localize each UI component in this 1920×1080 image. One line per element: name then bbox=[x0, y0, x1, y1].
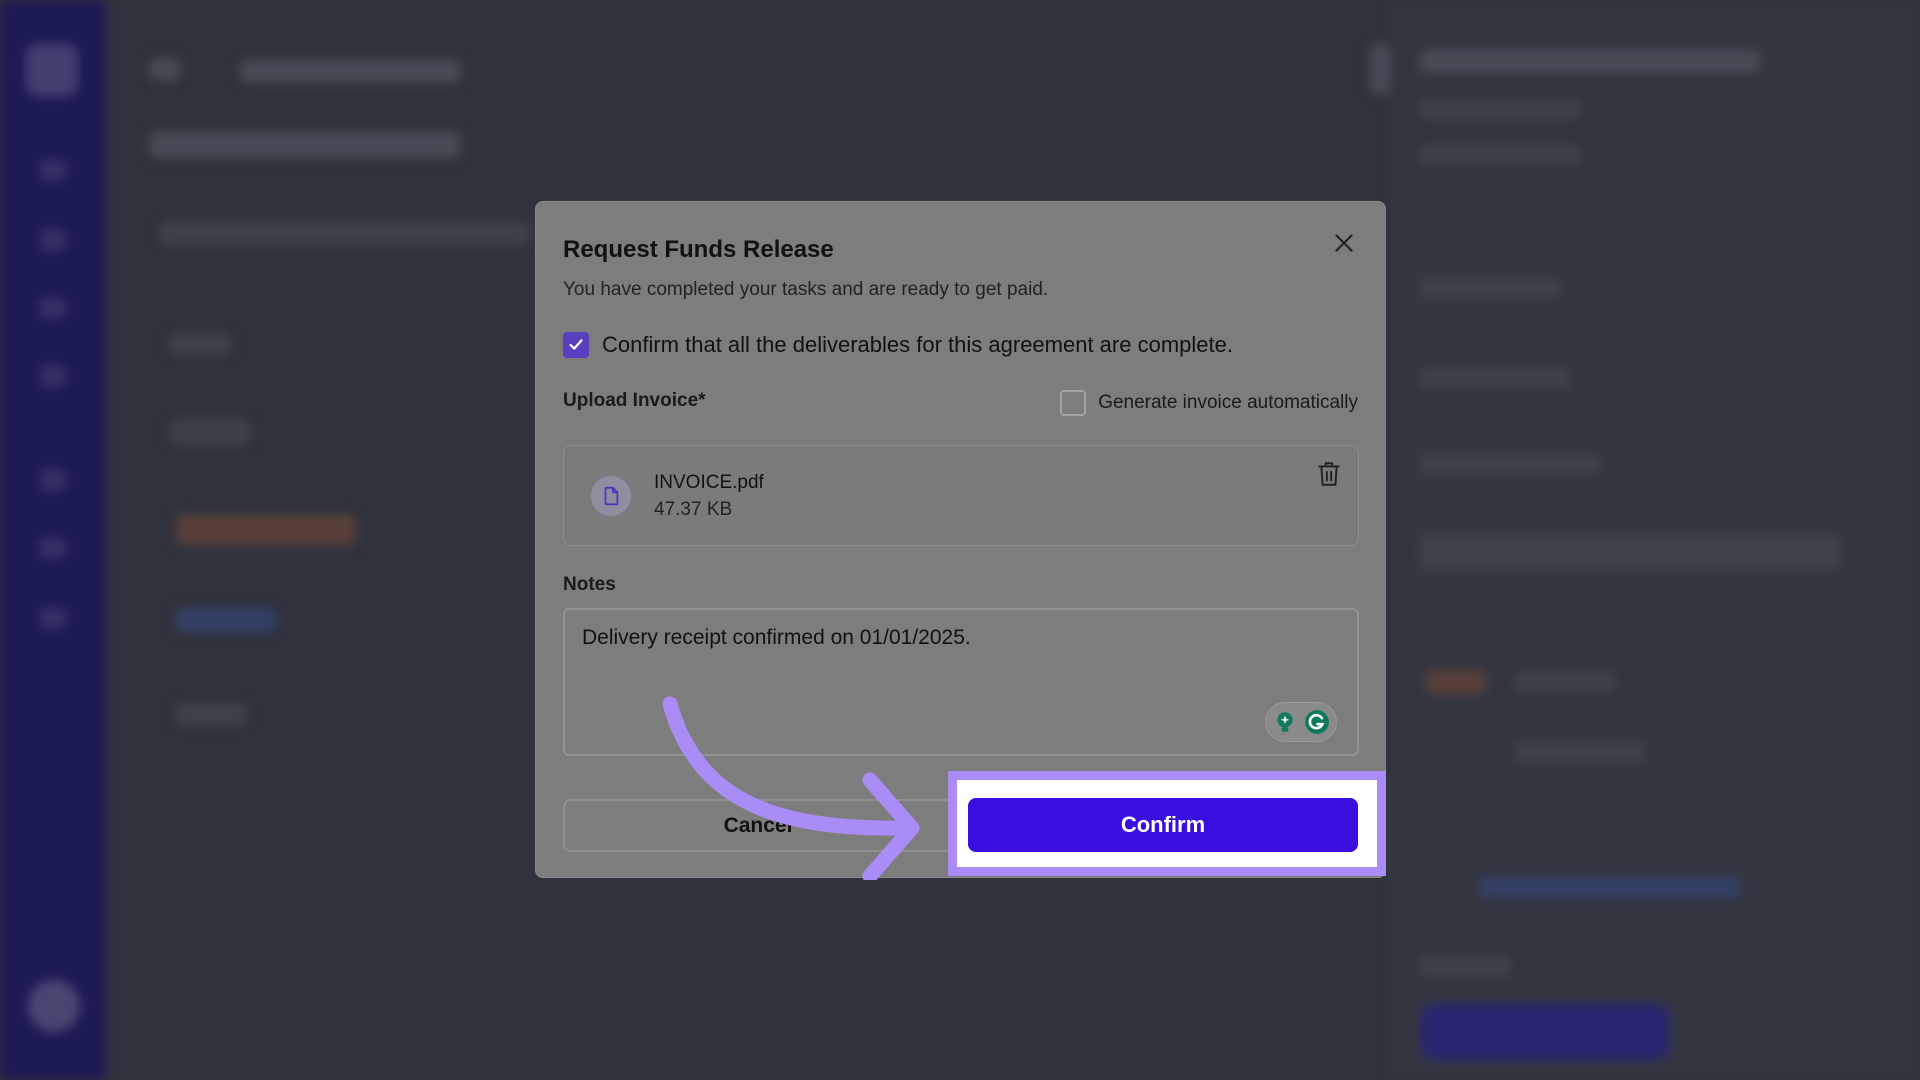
grammarly-widget[interactable] bbox=[1265, 702, 1337, 742]
close-icon bbox=[1335, 234, 1353, 252]
generate-invoice-label: Generate invoice automatically bbox=[1098, 392, 1358, 413]
notes-value: Delivery receipt confirmed on 01/01/2025… bbox=[582, 626, 971, 649]
grammarly-icon bbox=[1305, 710, 1329, 734]
deliverables-confirm-row: Confirm that all the deliverables for th… bbox=[563, 332, 1233, 358]
file-name: INVOICE.pdf bbox=[654, 472, 764, 493]
file-icon-container bbox=[591, 476, 631, 516]
confirm-button[interactable]: Confirm bbox=[968, 798, 1358, 852]
close-button[interactable] bbox=[1331, 230, 1357, 256]
modal-subtitle: You have completed your tasks and are re… bbox=[563, 279, 1049, 300]
delete-file-button[interactable] bbox=[1316, 460, 1342, 488]
generate-invoice-row: Generate invoice automatically bbox=[1060, 390, 1358, 416]
file-size: 47.37 KB bbox=[654, 499, 733, 520]
deliverables-checkbox[interactable] bbox=[563, 332, 589, 358]
cancel-button[interactable]: Cancel bbox=[563, 799, 953, 852]
grammarly-bulb-icon bbox=[1277, 712, 1293, 732]
trash-icon bbox=[1318, 462, 1340, 486]
uploaded-file-card: INVOICE.pdf 47.37 KB bbox=[563, 445, 1359, 546]
check-icon bbox=[569, 339, 583, 350]
deliverables-checkbox-label: Confirm that all the deliverables for th… bbox=[602, 332, 1233, 357]
upload-invoice-label: Upload Invoice* bbox=[563, 390, 706, 411]
notes-textarea[interactable]: Delivery receipt confirmed on 01/01/2025… bbox=[563, 608, 1359, 756]
modal-title: Request Funds Release bbox=[563, 236, 834, 263]
generate-invoice-checkbox[interactable] bbox=[1060, 390, 1087, 416]
notes-label: Notes bbox=[563, 574, 616, 595]
file-icon bbox=[604, 486, 619, 506]
